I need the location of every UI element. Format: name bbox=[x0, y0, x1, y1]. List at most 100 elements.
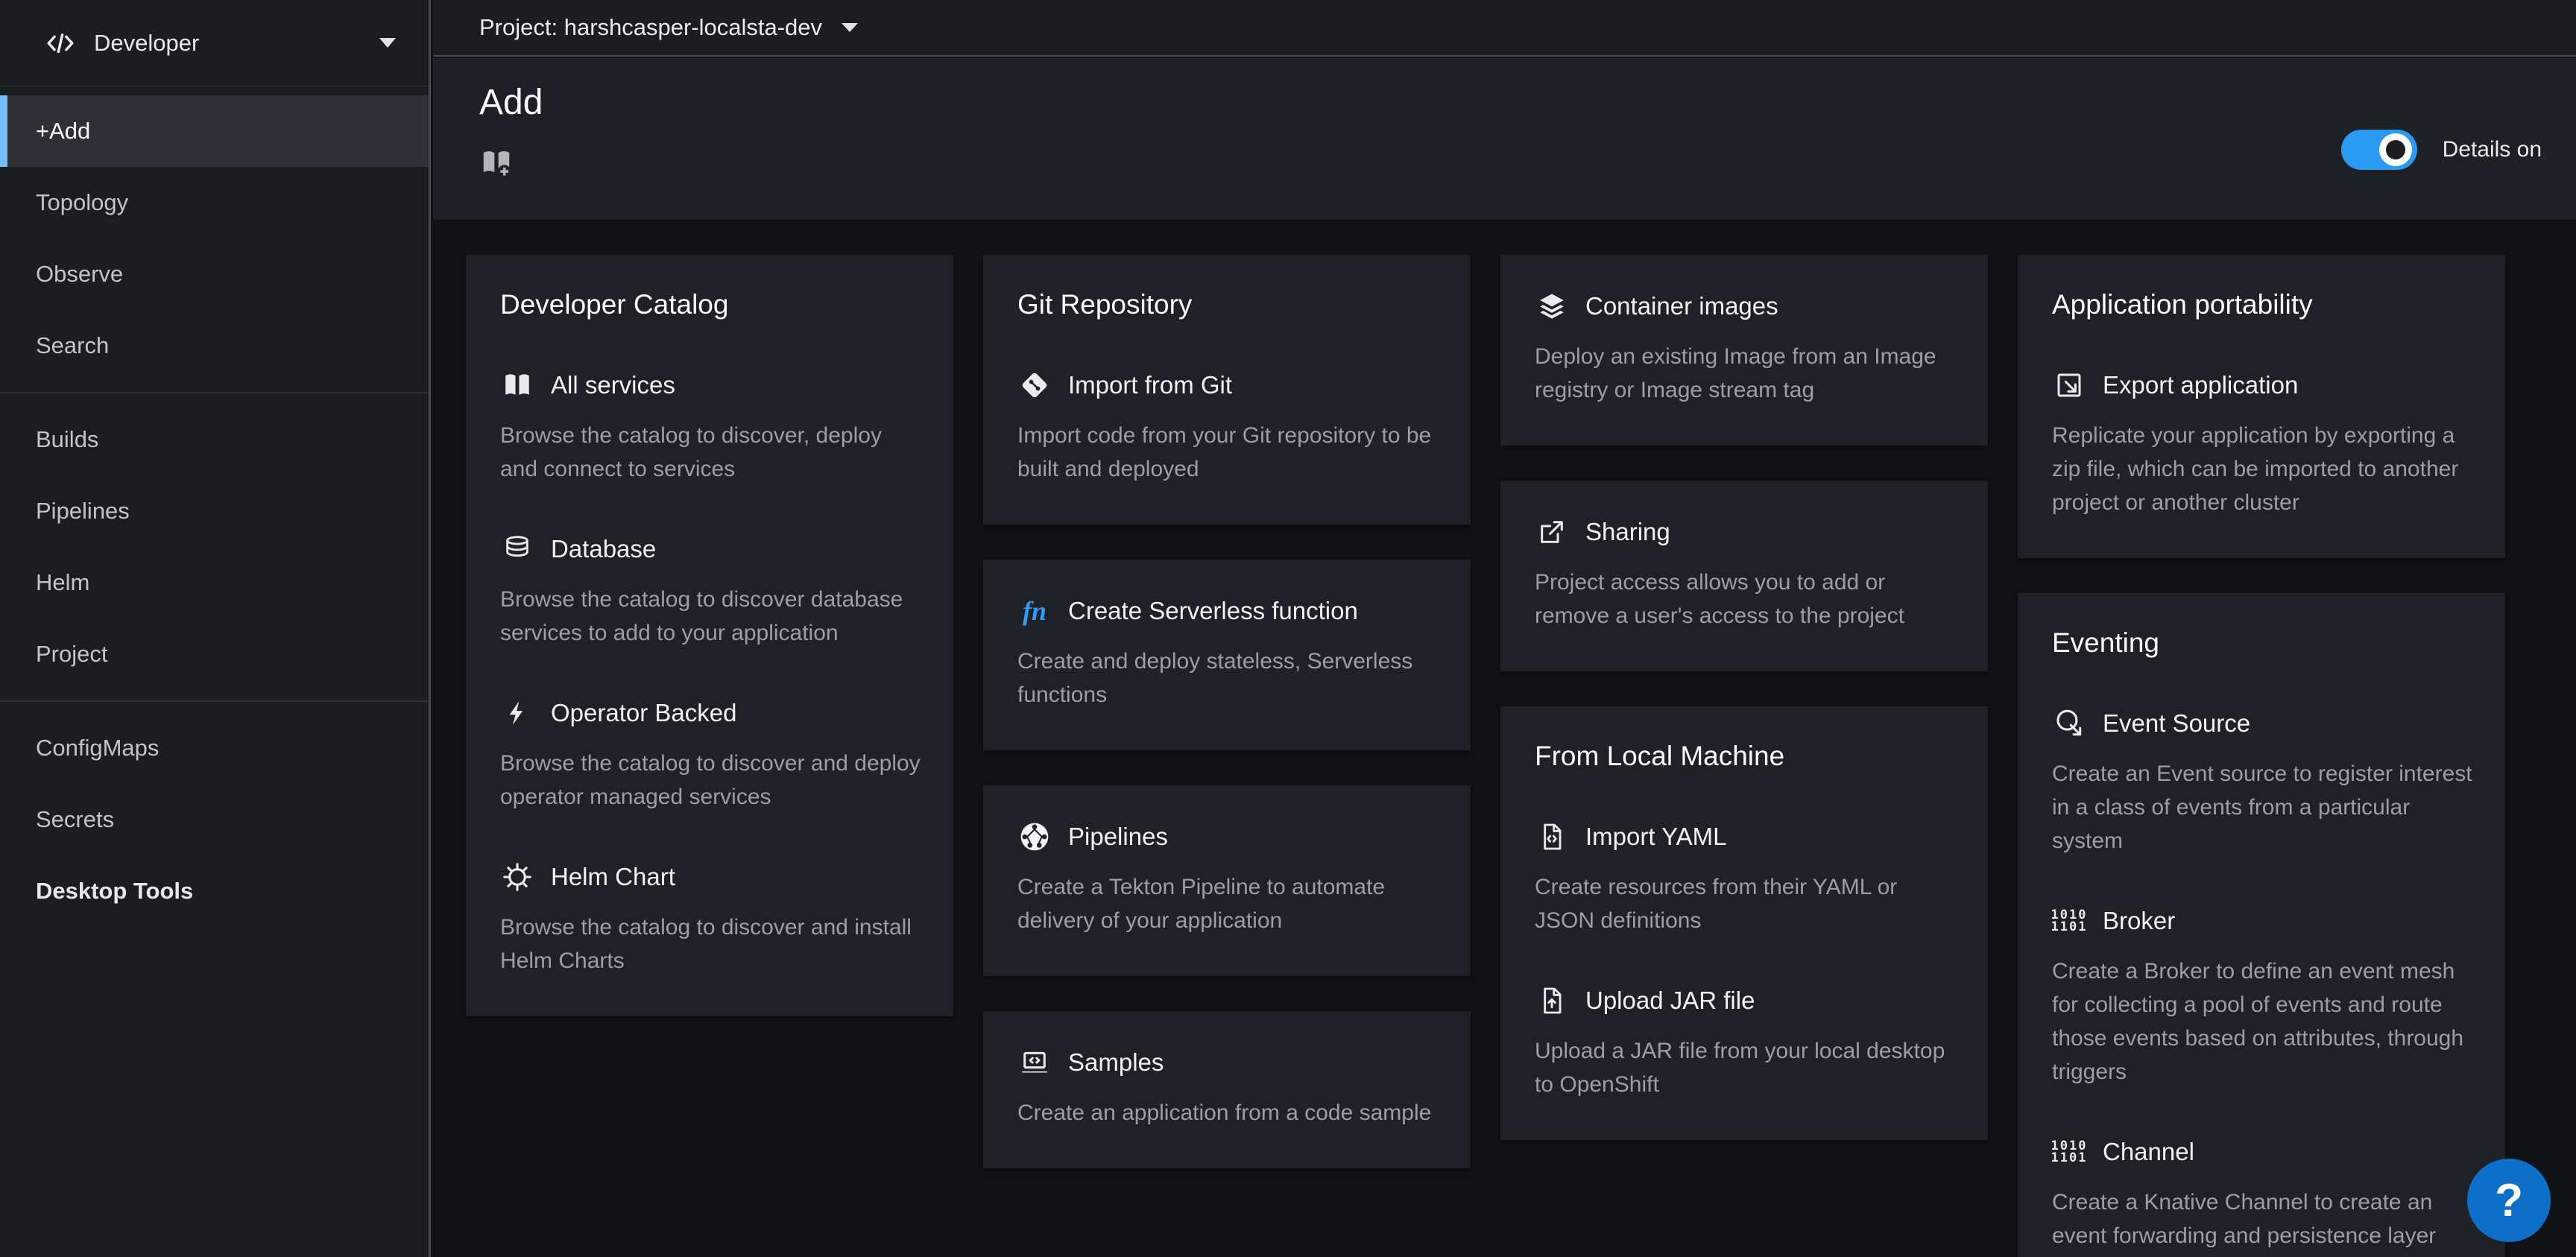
item-title-row: fn Create Serverless function bbox=[1017, 594, 1438, 628]
sidebar-item-secrets[interactable]: Secrets bbox=[0, 784, 429, 855]
details-toggle-label: Details on bbox=[2443, 137, 2542, 162]
serverless-fn-icon: fn bbox=[1017, 594, 1052, 628]
nav-group-divider bbox=[0, 392, 429, 393]
item-label: Samples bbox=[1068, 1048, 1164, 1077]
item-description: Create a Broker to define an event mesh … bbox=[2052, 954, 2472, 1089]
item-label: Upload JAR file bbox=[1585, 987, 1755, 1015]
masthead: Project: harshcasper-localsta-dev bbox=[433, 0, 2576, 57]
bolt-icon bbox=[500, 696, 534, 730]
add-item-channel[interactable]: 10101101ChannelCreate a Knative Channel … bbox=[2052, 1135, 2472, 1257]
item-title-row: Helm Chart bbox=[500, 860, 921, 894]
export-icon bbox=[2052, 368, 2086, 402]
item-title-row: Event Source bbox=[2052, 706, 2472, 741]
book-plus-icon[interactable] bbox=[479, 146, 514, 180]
sidebar-item-desktop-tools[interactable]: Desktop Tools bbox=[0, 855, 429, 927]
item-title-row: Upload JAR file bbox=[1535, 984, 1955, 1018]
layers-icon bbox=[1535, 289, 1569, 323]
event-source-icon bbox=[2052, 706, 2086, 741]
sidebar-item-observe[interactable]: Observe bbox=[0, 238, 429, 310]
item-title-row: Samples bbox=[1017, 1045, 1438, 1080]
item-label: Export application bbox=[2103, 371, 2298, 399]
add-card-application-portability: Application portabilityExport applicatio… bbox=[2018, 255, 2505, 558]
pipelines-icon bbox=[1017, 820, 1052, 854]
card-title: Eventing bbox=[2052, 627, 2472, 659]
item-description: Import code from your Git repository to … bbox=[1017, 419, 1438, 486]
sidebar-item-project[interactable]: Project bbox=[0, 618, 429, 690]
details-toggle[interactable] bbox=[2341, 130, 2417, 170]
toggle-knob bbox=[2379, 133, 2412, 166]
add-item-samples[interactable]: Samples Create an application from a code… bbox=[1017, 1045, 1438, 1130]
samples-icon bbox=[1017, 1045, 1052, 1080]
sidebar-item-pipelines[interactable]: Pipelines bbox=[0, 475, 429, 547]
page-title: Add bbox=[479, 82, 543, 123]
add-item-import-yaml[interactable]: Import YAMLCreate resources from their Y… bbox=[1535, 820, 1955, 937]
item-label: Container images bbox=[1585, 292, 1778, 320]
item-title-row: Export application bbox=[2052, 368, 2472, 402]
add-card: Samples Create an application from a code… bbox=[983, 1011, 1471, 1168]
add-card: fnCreate Serverless functionCreate and d… bbox=[983, 560, 1471, 750]
add-item-create-serverless-function[interactable]: fnCreate Serverless functionCreate and d… bbox=[1017, 594, 1438, 712]
file-upload-icon bbox=[1535, 984, 1569, 1018]
item-title-row: Container images bbox=[1535, 289, 1955, 323]
add-item-import-from-git[interactable]: Import from Git Import code from your Git… bbox=[1017, 368, 1438, 486]
item-label: Event Source bbox=[2103, 709, 2250, 738]
sidebar-item-add[interactable]: +Add bbox=[0, 95, 429, 167]
sidebar-item-helm[interactable]: Helm bbox=[0, 547, 429, 618]
item-description: Create a Knative Channel to create an ev… bbox=[2052, 1185, 2472, 1257]
item-description: Replicate your application by exporting … bbox=[2052, 419, 2472, 519]
item-label: Import YAML bbox=[1585, 823, 1727, 851]
item-title-row: Pipelines bbox=[1017, 820, 1438, 854]
item-label: Helm Chart bbox=[551, 863, 675, 891]
item-description: Browse the catalog to discover, deploy a… bbox=[500, 419, 921, 486]
sidebar-item-search[interactable]: Search bbox=[0, 310, 429, 381]
item-label: All services bbox=[551, 371, 675, 399]
perspective-switcher[interactable]: Developer bbox=[0, 0, 429, 86]
details-toggle-group: Details on bbox=[2341, 130, 2542, 170]
item-title-row: Import YAML bbox=[1535, 820, 1955, 854]
help-button[interactable]: ? bbox=[2467, 1159, 2551, 1242]
card-column: Application portabilityExport applicatio… bbox=[2018, 255, 2505, 1257]
add-item-helm-chart[interactable]: Helm ChartBrowse the catalog to discover… bbox=[500, 860, 921, 978]
item-description: Upload a JAR file from your local deskto… bbox=[1535, 1034, 1955, 1101]
add-item-pipelines[interactable]: PipelinesCreate a Tekton Pipeline to aut… bbox=[1017, 820, 1438, 937]
add-card: PipelinesCreate a Tekton Pipeline to aut… bbox=[983, 785, 1471, 976]
item-title-row: 10101101Broker bbox=[2052, 904, 2472, 938]
item-description: Deploy an existing Image from an Image r… bbox=[1535, 340, 1955, 407]
sidebar-item-configmaps[interactable]: ConfigMaps bbox=[0, 712, 429, 784]
item-label: Channel bbox=[2103, 1138, 2194, 1166]
item-description: Browse the catalog to discover database … bbox=[500, 583, 921, 650]
database-icon bbox=[500, 532, 534, 566]
add-card-eventing: Eventing Event SourceCreate an Event sour… bbox=[2018, 593, 2505, 1257]
card-title: Git Repository bbox=[1017, 289, 1438, 320]
project-selector[interactable]: Project: harshcasper-localsta-dev bbox=[433, 14, 858, 41]
broker-icon: 10101101 bbox=[2052, 904, 2086, 938]
sidebar-item-topology[interactable]: Topology bbox=[0, 167, 429, 238]
add-item-broker[interactable]: 10101101Broker Create a Broker to define … bbox=[2052, 904, 2472, 1089]
add-item-event-source[interactable]: Event SourceCreate an Event source to re… bbox=[2052, 706, 2472, 858]
item-title-row: Operator Backed bbox=[500, 696, 921, 730]
add-item-container-images[interactable]: Container images Deploy an existing Image… bbox=[1535, 289, 1955, 407]
add-item-upload-jar-file[interactable]: Upload JAR file Upload a JAR file from yo… bbox=[1535, 984, 1955, 1101]
card-title: From Local Machine bbox=[1535, 741, 1955, 772]
item-label: Import from Git bbox=[1068, 371, 1232, 399]
page-header: Add Details on bbox=[433, 58, 2576, 220]
chevron-down-icon bbox=[842, 23, 858, 32]
add-item-database[interactable]: DatabaseBrowse the catalog to discover d… bbox=[500, 532, 921, 650]
book-icon bbox=[500, 368, 534, 402]
perspective-label: Developer bbox=[94, 30, 379, 57]
item-title-row: Import from Git bbox=[1017, 368, 1438, 402]
add-card-git-repository: Git Repository Import from Git Import code… bbox=[983, 255, 1471, 525]
sidebar-item-builds[interactable]: Builds bbox=[0, 404, 429, 475]
app-root: Developer +AddTopologyObserveSearch Build… bbox=[0, 0, 2576, 1257]
add-card-developer-catalog: Developer CatalogAll servicesBrowse the … bbox=[466, 255, 953, 1016]
add-card: Container images Deploy an existing Image… bbox=[1500, 255, 1988, 446]
add-page-content: Developer CatalogAll servicesBrowse the … bbox=[433, 220, 2576, 1257]
add-item-operator-backed[interactable]: Operator BackedBrowse the catalog to dis… bbox=[500, 696, 921, 814]
add-item-sharing[interactable]: SharingProject access allows you to add … bbox=[1535, 515, 1955, 633]
item-label: Pipelines bbox=[1068, 823, 1168, 851]
add-item-all-services[interactable]: All services Browse the catalog to discov… bbox=[500, 368, 921, 486]
share-icon bbox=[1535, 515, 1569, 549]
item-description: Create an application from a code sample bbox=[1017, 1096, 1438, 1130]
add-item-export-application[interactable]: Export application Replicate your applica… bbox=[2052, 368, 2472, 519]
item-label: Create Serverless function bbox=[1068, 597, 1358, 625]
